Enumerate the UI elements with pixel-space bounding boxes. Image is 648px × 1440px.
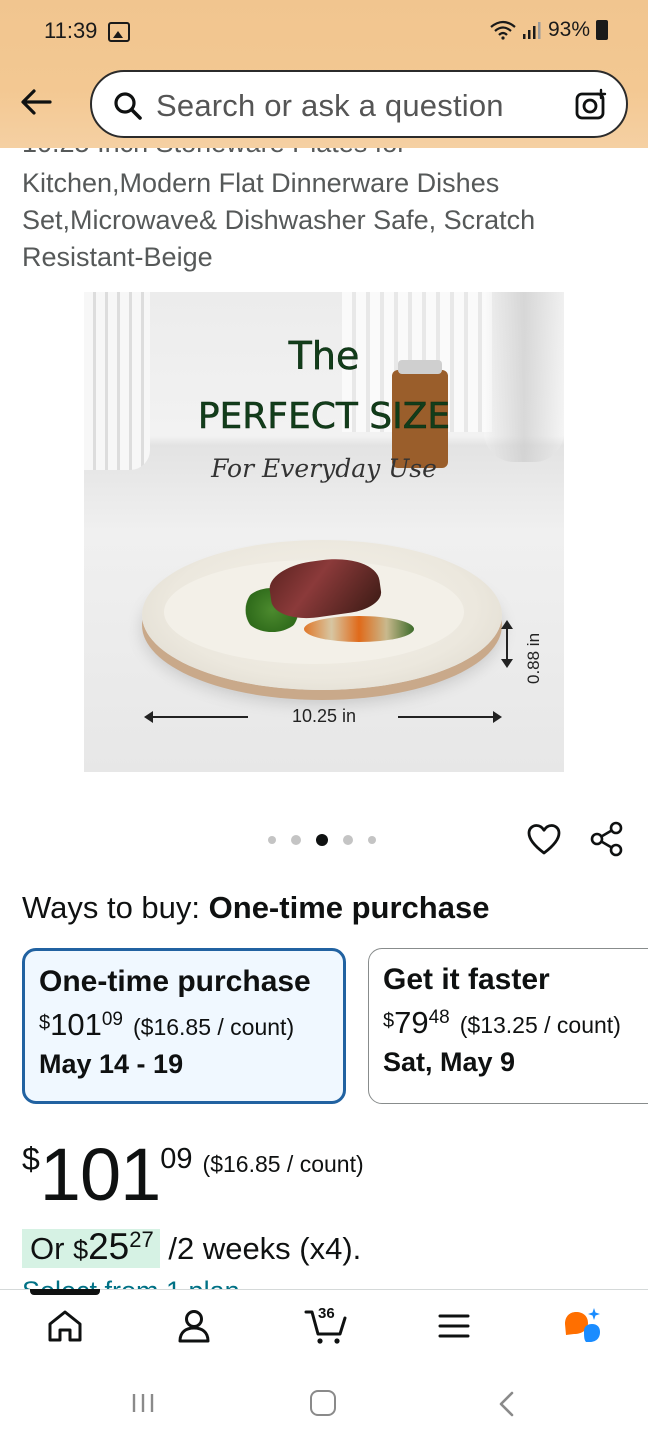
product-image[interactable]: The PERFECT SIZE For Everyday Use 0.88 i… [84,292,564,772]
image-overlay-line3: For Everyday Use [211,454,437,483]
search-icon [114,92,142,120]
installment-suffix: /2 weeks (x4). [159,1231,362,1266]
battery-icon [596,20,608,40]
carousel-dot[interactable] [368,836,376,844]
share-icon[interactable] [588,820,626,858]
product-price: $10109 ($16.85 / count) [22,1132,364,1217]
ways-to-buy-prefix: Ways to buy: [22,890,209,925]
installment-highlight: Or $2527 [22,1226,160,1268]
unit-price: ($16.85 / count) [202,1151,364,1177]
option-price: $10109 ($16.85 / count) [39,1007,329,1043]
search-input[interactable]: Search or ask a question [156,88,504,124]
camera-lens-icon[interactable] [574,88,608,122]
price-fraction: 48 [428,1007,450,1028]
width-label: 10.25 in [291,706,357,726]
ways-to-buy-label: Ways to buy: One-time purchase [22,890,489,926]
wifi-icon [490,20,516,40]
installment-symbol: $ [73,1235,89,1265]
installment-fraction: 27 [129,1227,154,1252]
get-it-faster-option[interactable]: Get it faster $7948 ($13.25 / count) Sat,… [368,948,648,1104]
carousel-dot[interactable] [343,835,353,845]
recent-apps-icon[interactable] [130,1392,156,1414]
menu-icon[interactable] [434,1306,474,1346]
cart-count-badge: 36 [318,1305,335,1322]
height-dimension-arrow [501,620,513,668]
status-time: 11:39 [44,18,98,43]
status-bar: 11:39 93% [0,0,648,62]
image-overlay-line1: The [288,334,360,379]
heart-icon[interactable] [526,822,562,858]
delivery-date: May 14 - 19 [39,1049,184,1079]
price-fraction: 09 [160,1143,193,1175]
account-icon[interactable] [174,1306,214,1346]
battery-percent: 93% [547,18,590,41]
unit-price: ($13.25 / count) [459,1012,621,1038]
carousel-dot[interactable] [291,835,301,845]
installment-prefix: Or [30,1231,74,1266]
image-overlay-line2: PERFECT SIZE [197,396,451,438]
price-whole: 101 [50,1007,102,1042]
delivery-date: Sat, May 9 [383,1047,516,1077]
ways-to-buy-selected: One-time purchase [208,890,490,925]
option-heading: Get it faster [383,963,550,996]
product-title-line: Set,Microwave& Dishwasher Safe, Scratch [22,205,536,235]
back-arrow-icon[interactable] [16,82,56,122]
price-fraction: 09 [101,1009,123,1030]
status-indicators: 93% [490,18,608,42]
system-back-icon[interactable] [494,1390,520,1418]
one-time-purchase-option[interactable]: One-time purchase $10109 ($16.85 / count)… [22,948,346,1104]
price-whole: 79 [394,1005,429,1040]
price-symbol: $ [39,1012,51,1034]
installment-offer: Or $2527 /2 weeks (x4). [22,1226,361,1268]
price-whole: 101 [39,1133,161,1216]
home-icon[interactable] [45,1306,85,1346]
active-tab-indicator [30,1289,100,1295]
carousel-dots[interactable] [268,834,376,846]
installment-whole: 25 [88,1226,130,1267]
app-header: 11:39 93% Search or ask a question [0,0,648,148]
price-symbol: $ [383,1010,395,1032]
option-heading: One-time purchase [39,965,311,998]
home-button-icon[interactable] [310,1390,336,1416]
vase-decor [84,292,150,470]
unit-price: ($16.85 / count) [133,1014,295,1040]
gallery-notification-icon [108,22,130,42]
price-symbol: $ [22,1141,40,1177]
installment-plan-link[interactable]: Select from 1 plan [22,1276,240,1290]
signal-icon [522,22,541,39]
search-bar[interactable]: Search or ask a question [90,70,628,138]
carousel-dot-active[interactable] [316,834,328,846]
height-label: 0.88 in [524,632,543,684]
product-title-line: Resistant-Beige [22,242,213,272]
rufus-icon[interactable] [562,1306,602,1346]
product-title-line: Kitchen,Modern Flat Dinnerware Dishes [22,168,500,198]
vegetables [304,616,414,642]
carousel-dot[interactable] [268,836,276,844]
option-price: $7948 ($13.25 / count) [383,1005,648,1041]
